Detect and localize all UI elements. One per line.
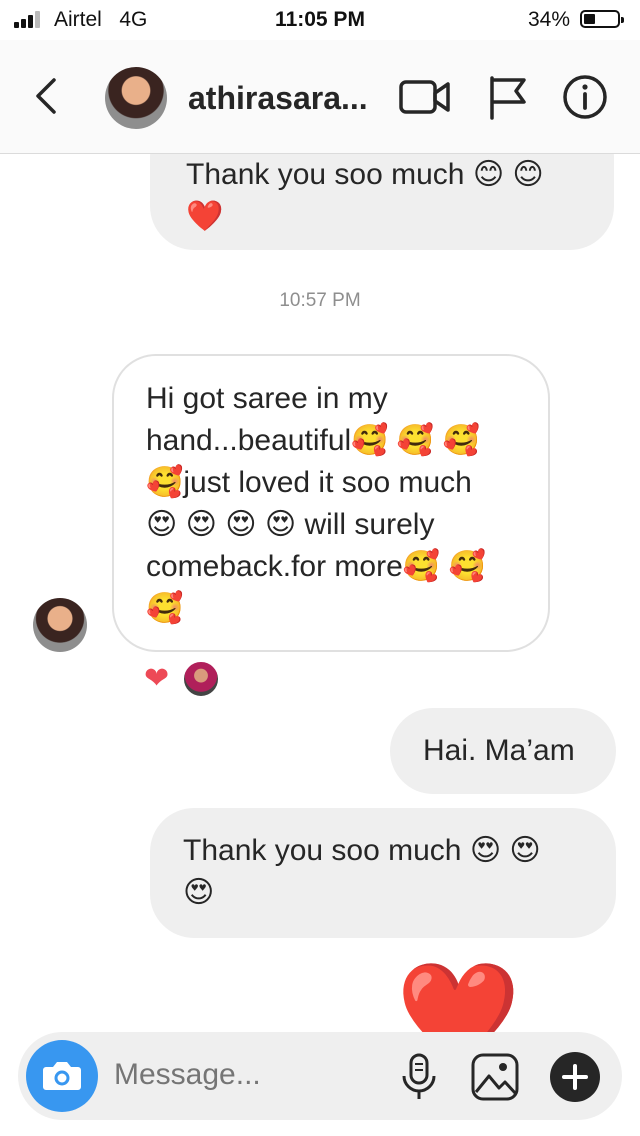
outgoing-message-bubble[interactable]: Thank you soo much 😊 😊 ❤️	[150, 154, 614, 250]
video-call-icon[interactable]	[398, 74, 450, 120]
heart-emoji-message[interactable]: ❤️❤️	[396, 964, 640, 1032]
plus-icon[interactable]	[550, 1052, 600, 1102]
sender-avatar[interactable]	[33, 598, 87, 652]
battery-percent: 34%	[527, 8, 570, 31]
chat-header: athirasara...	[0, 40, 640, 154]
message-line: 🥰	[146, 592, 184, 625]
message-text: Thank you soo much 😍 😍	[183, 834, 541, 867]
reactor-avatar[interactable]	[182, 660, 220, 698]
message-line: comeback.for more🥰 🥰	[146, 550, 486, 583]
message-line: 🥰just loved it soo much	[146, 466, 472, 499]
heart-reaction-icon[interactable]: ❤	[144, 664, 169, 694]
message-timestamp: 10:57 PM	[279, 290, 361, 311]
outgoing-message-bubble[interactable]: Hai. Ma’am	[390, 708, 616, 794]
message-thread[interactable]: Thank you soo much 😊 😊 ❤️ 10:57 PM Hi go…	[0, 154, 640, 1032]
message-composer	[18, 1032, 622, 1120]
message-line: hand...beautiful🥰 🥰 🥰	[146, 424, 480, 457]
info-icon[interactable]	[562, 74, 612, 120]
status-bar: Airtel 4G 11:05 PM 34%	[0, 0, 640, 40]
message-emoji-line: 😍	[183, 876, 215, 909]
back-chevron-icon[interactable]	[28, 76, 68, 116]
message-text: Thank you soo much 😊 😊	[186, 158, 544, 191]
contact-avatar[interactable]	[105, 67, 167, 129]
incoming-message-bubble[interactable]: Hi got saree in my hand...beautiful🥰 🥰 🥰…	[112, 354, 550, 652]
message-line: Hi got saree in my	[146, 382, 388, 415]
message-emoji-line: ❤️	[186, 200, 224, 233]
battery-icon	[580, 10, 624, 28]
contact-username[interactable]: athirasara...	[188, 80, 368, 117]
microphone-icon[interactable]	[394, 1052, 444, 1102]
message-line: 😍 😍 😍 😍 will surely	[146, 508, 435, 541]
camera-icon[interactable]	[26, 1040, 98, 1112]
message-input[interactable]	[114, 1058, 384, 1092]
flag-icon[interactable]	[486, 74, 536, 120]
outgoing-message-bubble[interactable]: Thank you soo much 😍 😍 😍	[150, 808, 616, 938]
gallery-icon[interactable]	[470, 1052, 520, 1102]
message-text: Hai. Ma’am	[423, 734, 575, 767]
